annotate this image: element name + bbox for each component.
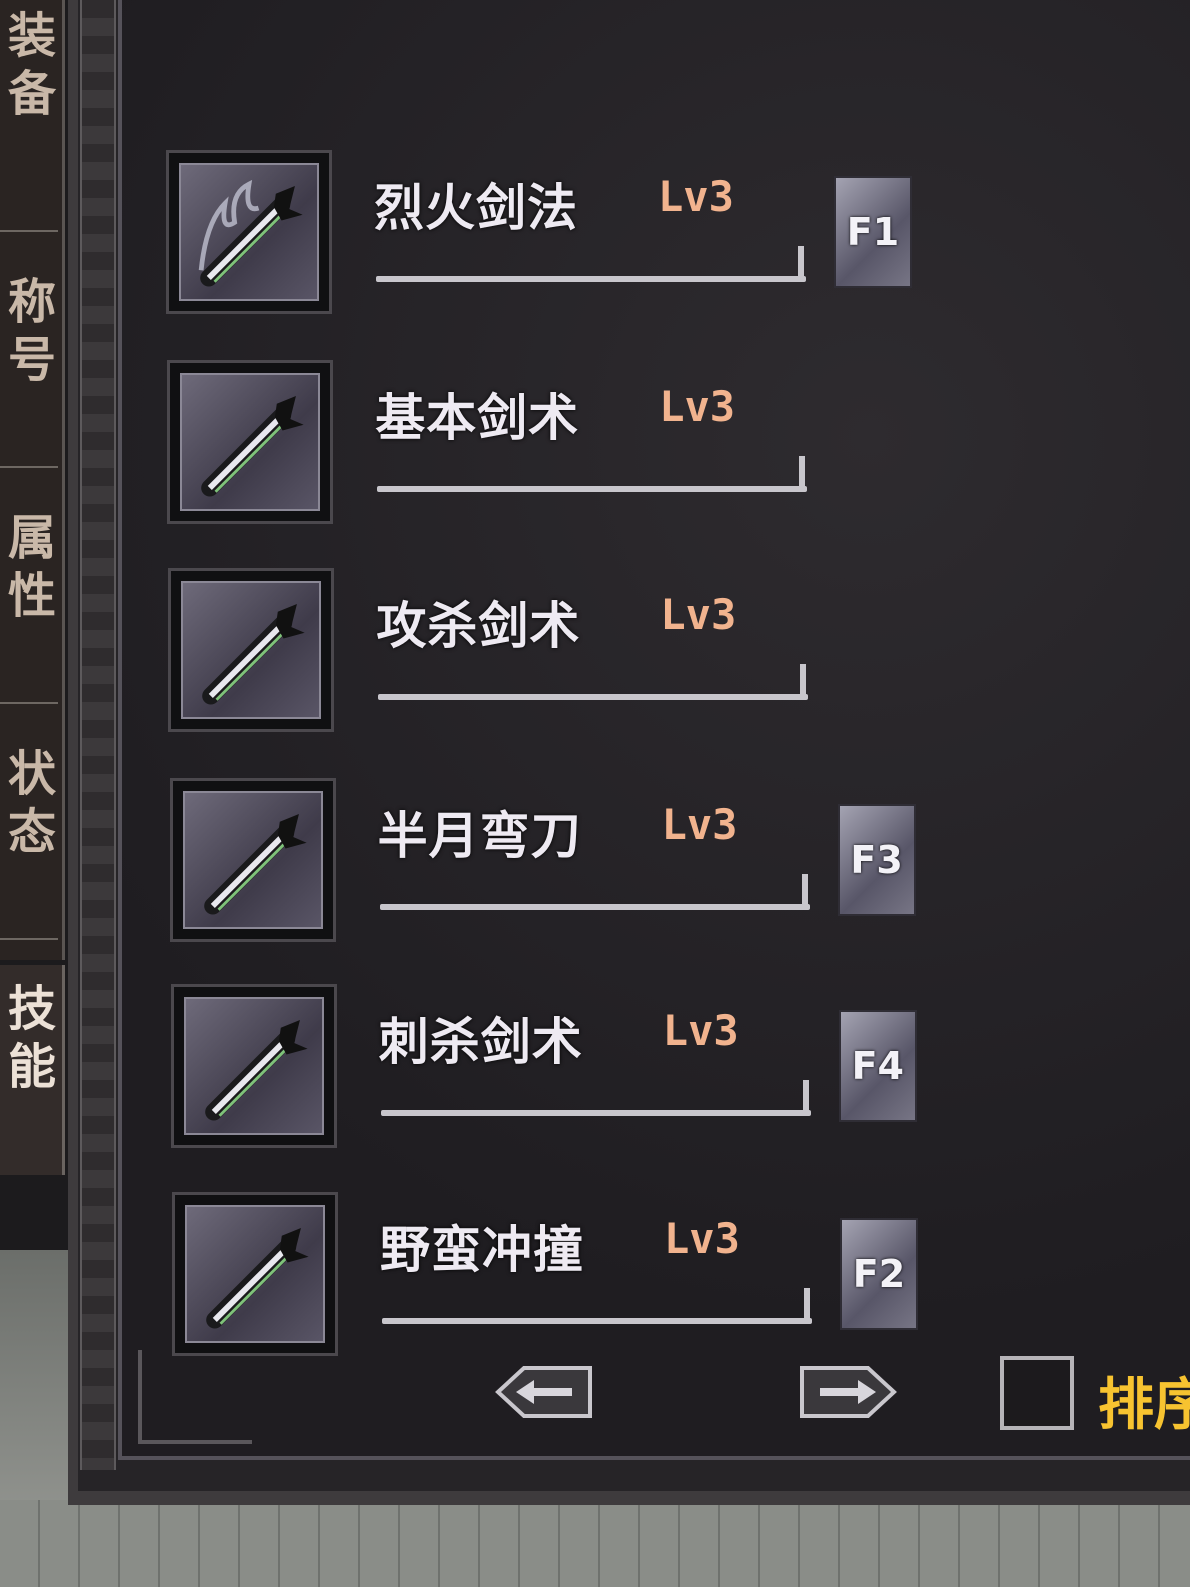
next-page-button[interactable] — [798, 1364, 898, 1420]
skill-level: Lv3 — [661, 800, 738, 849]
skill-exp-bar-end — [799, 456, 806, 492]
skill-exp-bar — [378, 694, 809, 700]
tab-label: 技能 — [0, 983, 55, 1099]
tab-title[interactable]: 称号 — [0, 236, 58, 468]
right-arrow-icon — [800, 1366, 897, 1418]
skill-icon-slot[interactable] — [169, 778, 336, 942]
tab-label: 装备 — [0, 10, 55, 126]
skill-row: 烈火剑法 Lv3 F1 — [166, 150, 926, 320]
sort-checkbox[interactable] — [1000, 1356, 1074, 1430]
hotkey-badge[interactable]: F4 — [838, 1010, 917, 1122]
left-arrow-icon — [495, 1366, 592, 1418]
tab-label: 状态 — [0, 748, 55, 864]
skill-row: 基本剑术 Lv3 — [167, 360, 927, 530]
skill-level: Lv3 — [664, 1214, 740, 1263]
skill-icon-slot[interactable] — [168, 568, 335, 732]
skill-icon-slot[interactable] — [166, 150, 332, 314]
skill-icon-slot[interactable] — [167, 360, 334, 524]
tab-label: 属性 — [0, 512, 55, 628]
corner-ornament — [138, 1350, 252, 1444]
skill-exp-bar-end — [798, 246, 804, 282]
sword-icon — [185, 1205, 325, 1343]
skill-exp-bar — [379, 904, 810, 910]
skill-level: Lv3 — [658, 172, 734, 221]
sword-icon — [180, 373, 321, 511]
skill-exp-bar — [377, 486, 808, 492]
sword-icon — [181, 581, 322, 719]
prev-page-button[interactable] — [494, 1364, 594, 1420]
skill-level: Lv3 — [659, 382, 736, 431]
skill-name: 烈火剑法 — [374, 179, 578, 237]
skill-exp-bar — [376, 276, 806, 282]
tab-skills[interactable]: 技能 — [0, 965, 65, 1175]
background-floor — [0, 1500, 1190, 1587]
skill-row: 攻杀剑术 Lv3 — [168, 568, 928, 738]
tab-attributes[interactable]: 属性 — [0, 472, 58, 704]
sword-icon — [183, 997, 324, 1135]
tab-equipment[interactable]: 装备 — [0, 0, 58, 232]
skill-exp-bar-end — [802, 1080, 809, 1116]
skill-row: 野蛮冲撞 Lv3 F2 — [172, 1192, 932, 1362]
skill-exp-bar-end — [801, 874, 808, 910]
skill-row: 刺杀剑术 Lv3 F4 — [170, 984, 931, 1154]
skill-icon-slot[interactable] — [172, 1192, 338, 1356]
skill-name: 攻杀剑术 — [376, 597, 581, 655]
skill-exp-bar — [380, 1110, 811, 1116]
skill-name: 基本剑术 — [375, 389, 580, 447]
hotkey-badge[interactable]: F1 — [834, 176, 912, 288]
tab-label: 称号 — [0, 276, 55, 392]
tab-status[interactable]: 状态 — [0, 708, 58, 940]
skill-level: Lv3 — [660, 590, 737, 639]
flaming-sword-icon — [179, 163, 319, 301]
skill-exp-bar — [382, 1318, 812, 1324]
skill-level: Lv3 — [662, 1006, 739, 1055]
skill-icon-slot[interactable] — [170, 984, 337, 1148]
skill-exp-bar-end — [800, 664, 807, 700]
character-tab-column: 装备 称号 属性 状态 — [0, 0, 65, 960]
panel-frame-rail — [80, 0, 116, 1470]
hotkey-badge[interactable]: F3 — [837, 804, 916, 916]
hotkey-badge[interactable]: F2 — [840, 1218, 918, 1330]
skill-name: 半月弯刀 — [377, 807, 582, 865]
skill-exp-bar-end — [804, 1288, 810, 1324]
sort-label: 排序 — [1098, 1373, 1190, 1438]
skill-row: 半月弯刀 Lv3 F3 — [169, 778, 930, 948]
skill-name: 刺杀剑术 — [378, 1013, 583, 1071]
crescent-sword-icon — [182, 791, 323, 929]
skill-name: 野蛮冲撞 — [380, 1221, 584, 1279]
